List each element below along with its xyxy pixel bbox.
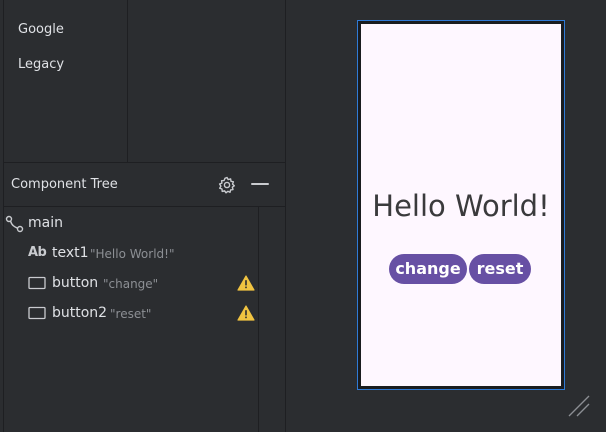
device-preview[interactable]: Hello World! change reset <box>357 20 565 390</box>
tree-node-button2[interactable]: button2 "reset" <box>0 302 258 326</box>
warning-icon[interactable] <box>237 305 255 321</box>
palette-category-google[interactable]: Google <box>18 22 64 37</box>
component-tree-title: Component Tree <box>11 177 118 192</box>
tree-header-divider <box>4 206 286 207</box>
palette-divider <box>127 0 128 162</box>
tree-node-label: main <box>28 215 63 231</box>
tree-node-hint: "reset" <box>110 307 152 321</box>
left-panel: Google Legacy Component Tree main Ab tex… <box>0 0 286 432</box>
button-icon <box>28 276 46 290</box>
constraint-layout-icon <box>5 215 24 233</box>
tree-node-label: button2 <box>52 305 108 321</box>
tree-node-label: text1 <box>52 245 89 261</box>
tree-node-text1[interactable]: Ab text1 "Hello World!" <box>0 242 258 266</box>
preview-reset-button[interactable]: reset <box>469 254 531 284</box>
device-screen[interactable]: Hello World! change reset <box>361 24 561 386</box>
preview-change-button[interactable]: change <box>389 254 467 284</box>
tree-divider[interactable] <box>258 207 259 432</box>
resize-handle-icon[interactable] <box>566 393 592 419</box>
tree-node-hint: "change" <box>103 277 159 291</box>
textview-icon: Ab <box>28 245 47 260</box>
tree-node-main[interactable]: main <box>0 212 258 236</box>
gear-icon[interactable] <box>218 176 236 194</box>
minimize-icon[interactable] <box>251 183 269 185</box>
preview-hello-text[interactable]: Hello World! <box>361 189 561 223</box>
button-icon <box>28 306 46 320</box>
tree-node-hint: "Hello World!" <box>90 247 175 261</box>
warning-icon[interactable] <box>237 275 255 291</box>
palette-category-legacy[interactable]: Legacy <box>18 57 64 72</box>
panel-divider[interactable] <box>4 162 286 163</box>
palette-category-partial[interactable] <box>18 0 46 2</box>
tree-node-label: button <box>52 275 99 291</box>
tree-node-button[interactable]: button "change" <box>0 272 258 296</box>
